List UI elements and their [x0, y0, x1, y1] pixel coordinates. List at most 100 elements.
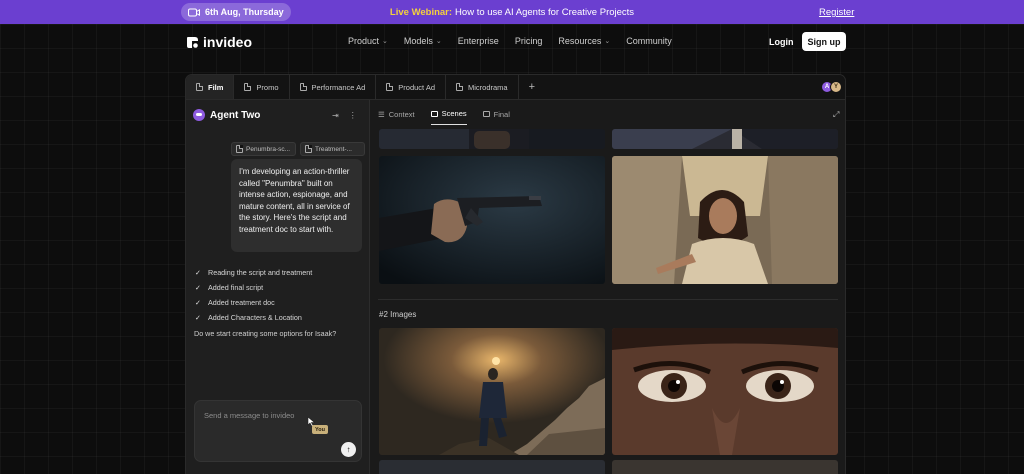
- list-item: ✓ Added final script: [195, 280, 312, 295]
- canvas-tabs: ☰ Context Scenes Final: [378, 109, 510, 125]
- scene-thumbnail[interactable]: [379, 328, 605, 455]
- scene-thumbnail[interactable]: [379, 460, 605, 474]
- scene-thumbnail[interactable]: [379, 156, 605, 284]
- tab-product-ad-label: Product Ad: [398, 82, 435, 92]
- collaborator-avatars: A Y: [821, 81, 842, 93]
- tab-promo-label: Promo: [256, 82, 279, 92]
- list-item: ✓ Added Characters & Location: [195, 310, 312, 325]
- agent-header: Agent Two: [193, 109, 260, 121]
- webinar-title[interactable]: How to use AI Agents for Creative Projec…: [455, 7, 634, 18]
- scene-image: [379, 156, 605, 284]
- expand-icon[interactable]: ⤢: [833, 110, 839, 120]
- list-item: ✓ Reading the script and treatment: [195, 265, 312, 280]
- user-message: I'm developing an action-thriller called…: [231, 159, 362, 252]
- cursor-tag: You: [312, 425, 328, 434]
- nav-models[interactable]: Models ⌄: [404, 36, 442, 46]
- scene-thumbnail[interactable]: [612, 156, 838, 284]
- tab-microdrama[interactable]: Microdrama: [446, 75, 519, 99]
- checkmark-icon: ✓: [195, 284, 201, 292]
- agent-steps: ✓ Reading the script and treatment ✓ Added…: [195, 265, 312, 325]
- app-window: Film Promo Performance Ad Product Ad Mic…: [185, 74, 846, 474]
- document-icon: [244, 83, 252, 91]
- document-icon: [299, 83, 307, 91]
- chevron-down-icon: ⌄: [382, 38, 388, 45]
- event-date: 6th Aug, Thursday: [205, 7, 284, 17]
- scene-image: [612, 328, 838, 455]
- nav-models-label: Models: [403, 36, 433, 46]
- step-label: Reading the script and treatment: [208, 268, 313, 277]
- event-date-pill: 6th Aug, Thursday: [181, 3, 291, 21]
- scene-thumbnail[interactable]: [612, 460, 838, 474]
- announcement-banner: 6th Aug, Thursday Live Webinar: How to u…: [0, 0, 1024, 24]
- checkmark-icon: ✓: [195, 314, 201, 322]
- message-composer: You ↑: [194, 400, 362, 462]
- tab-final[interactable]: Final: [482, 109, 510, 125]
- tab-microdrama-label: Microdrama: [468, 82, 508, 92]
- nav-community[interactable]: Community: [626, 36, 672, 46]
- attachment-name: Treatment-...: [315, 145, 352, 153]
- tab-context-label: Context: [388, 109, 415, 119]
- nav-resources-label: Resources: [558, 36, 602, 46]
- document-icon: [305, 145, 312, 153]
- tab-promo[interactable]: Promo: [234, 75, 290, 99]
- agent-question: Do we start creating some options for Is…: [194, 329, 337, 338]
- document-icon: [196, 83, 203, 91]
- tab-scenes-label: Scenes: [441, 109, 467, 118]
- nav-resources[interactable]: Resources ⌄: [558, 36, 610, 46]
- nav-community-label: Community: [626, 36, 672, 46]
- attachment-chip[interactable]: Penumbra-sc...: [231, 142, 296, 156]
- message-input[interactable]: [204, 411, 314, 420]
- avatar[interactable]: Y: [830, 81, 842, 93]
- send-button[interactable]: ↑: [341, 442, 356, 457]
- tab-product-ad[interactable]: Product Ad: [376, 75, 446, 99]
- nav-enterprise[interactable]: Enterprise: [458, 36, 499, 46]
- tab-film[interactable]: Film: [186, 75, 235, 99]
- tab-film-label: Film: [208, 82, 224, 92]
- attachment-name: Penumbra-sc...: [246, 145, 291, 153]
- collapse-panel-icon[interactable]: ⇥: [332, 111, 339, 120]
- nav-pricing[interactable]: Pricing: [515, 36, 543, 46]
- arrow-up-icon: ↑: [346, 445, 351, 454]
- nav-product[interactable]: Product ⌄: [348, 36, 388, 46]
- chevron-down-icon: ⌄: [604, 38, 611, 45]
- nav-product-label: Product: [348, 36, 380, 46]
- more-options-icon[interactable]: ⋮: [349, 111, 357, 120]
- scene-thumbnail[interactable]: [612, 129, 838, 149]
- tab-performance-ad[interactable]: Performance Ad: [290, 75, 377, 99]
- agent-avatar-icon: [193, 109, 205, 121]
- webinar-highlight[interactable]: Live Webinar:: [390, 7, 452, 18]
- chevron-down-icon: ⌄: [435, 38, 442, 45]
- nav-enterprise-label: Enterprise: [457, 36, 499, 46]
- scene-thumbnail[interactable]: [379, 129, 605, 149]
- plus-icon[interactable]: +: [519, 75, 545, 99]
- step-label: Added Characters & Location: [208, 313, 302, 322]
- canvas-panel: ☰ Context Scenes Final ⤢ #2 Images: [370, 100, 845, 474]
- scene-image: [379, 129, 605, 149]
- folder-icon: [430, 110, 438, 117]
- checkmark-icon: ✓: [195, 299, 201, 307]
- list-item: ✓ Added treatment doc: [195, 295, 312, 310]
- logo-text: invideo: [203, 34, 253, 50]
- register-link[interactable]: Register: [819, 7, 854, 18]
- scene-image: [379, 460, 605, 474]
- nav-pricing-label: Pricing: [514, 36, 543, 46]
- scene-image: [612, 129, 838, 149]
- attachment-chip[interactable]: Treatment-...: [300, 142, 365, 156]
- attachments: Penumbra-sc... Treatment-...: [231, 142, 365, 156]
- document-icon: [236, 145, 243, 153]
- step-label: Added final script: [208, 283, 264, 292]
- step-label: Added treatment doc: [208, 298, 275, 307]
- scene-thumbnail[interactable]: [612, 328, 838, 455]
- agent-panel: Agent Two ⇥ ⋮ Penumbra-sc... Treatment-.…: [186, 100, 370, 474]
- workspace-tab-bar: Film Promo Performance Ad Product Ad Mic…: [186, 75, 845, 100]
- signup-button[interactable]: Sign up: [802, 32, 846, 51]
- tab-context[interactable]: ☰ Context: [378, 109, 415, 125]
- list-icon: ☰: [378, 109, 385, 119]
- tab-scenes[interactable]: Scenes: [430, 109, 467, 125]
- invideo-logo[interactable]: invideo: [186, 34, 252, 50]
- invideo-logo-icon: [187, 36, 198, 48]
- scene-image: [612, 460, 838, 474]
- login-link[interactable]: Login: [769, 37, 794, 47]
- scene-image: [379, 328, 605, 455]
- section-title: #2 Images: [379, 310, 417, 319]
